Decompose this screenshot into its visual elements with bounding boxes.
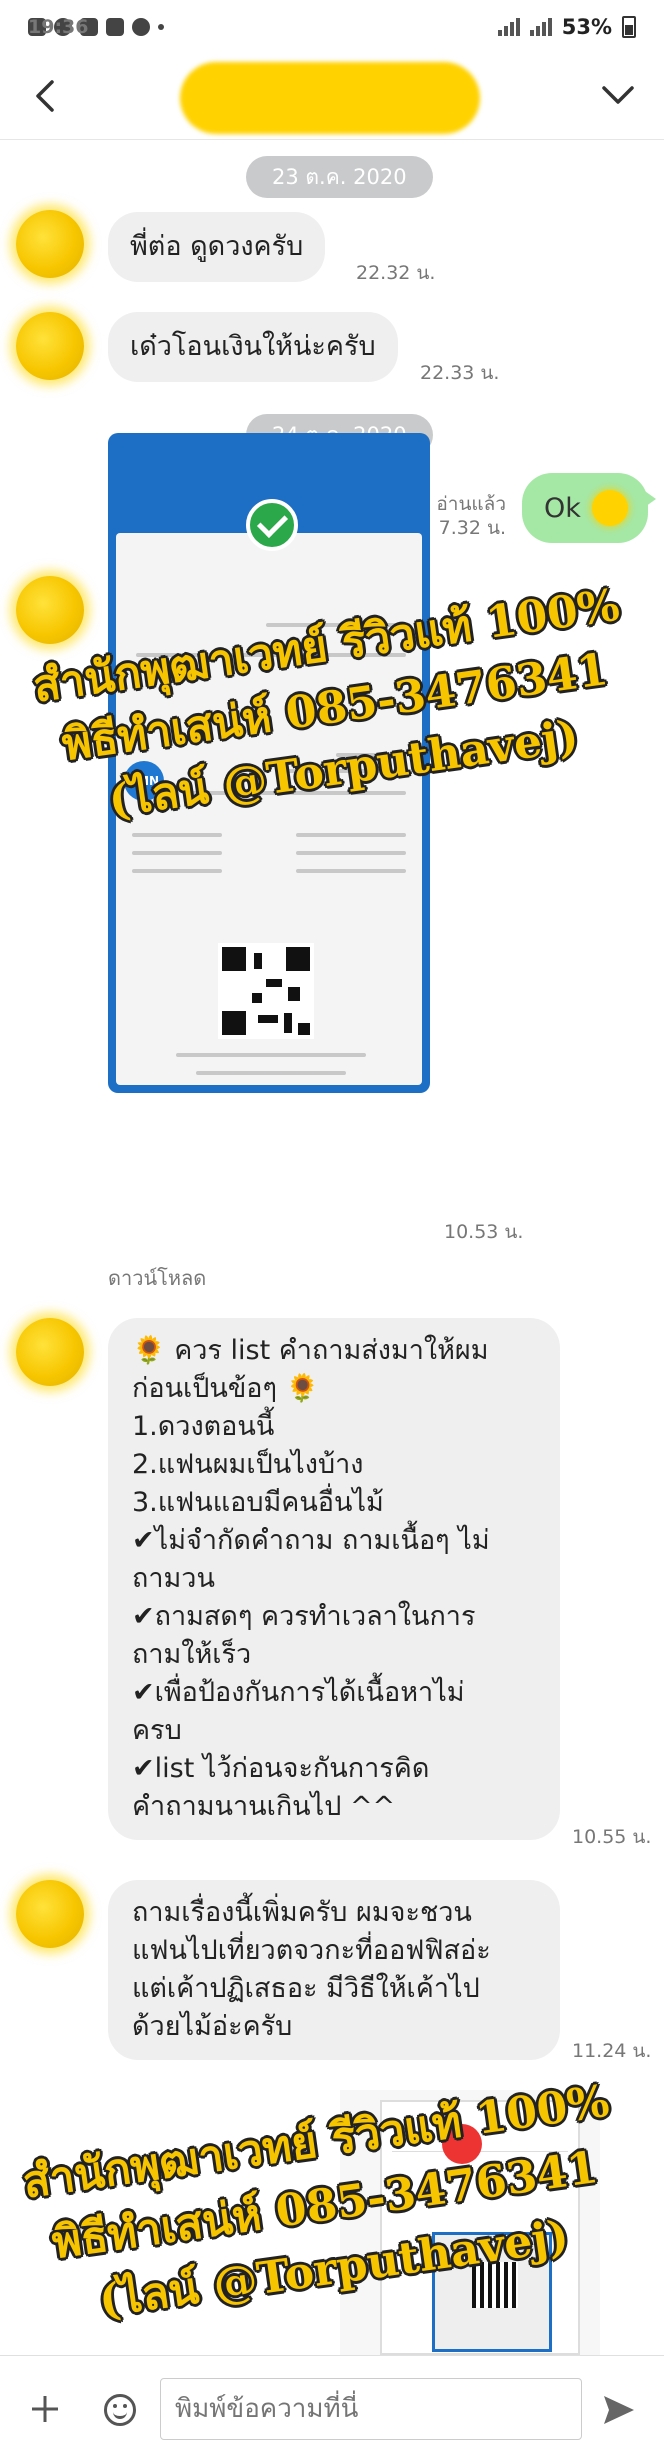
more-notifications-icon xyxy=(158,24,164,30)
message-line: ถามวน xyxy=(132,1563,215,1594)
signal-icon xyxy=(497,18,520,36)
status-bar: 19:36 53% xyxy=(0,0,664,54)
message-time: 11.24 น. xyxy=(572,2040,652,2062)
my-message-bubble[interactable]: Ok xyxy=(522,473,656,543)
message-line: 2.แฟนผมเป็นไงบ้าง xyxy=(132,1449,364,1480)
avatar[interactable] xyxy=(16,1318,84,1386)
avatar[interactable] xyxy=(16,312,84,380)
avatar[interactable] xyxy=(16,1880,84,1948)
app-l-icon xyxy=(106,18,124,36)
message-line: แต่เค้าปฏิเสธอะ มีวิธีให้เค้าไป xyxy=(132,1973,480,2004)
message-input[interactable] xyxy=(160,2378,582,2440)
message-line: 🌻 ควร list คำถามส่งมาให้ผม xyxy=(132,1335,489,1366)
message-line: ถามให้เร็ว xyxy=(132,1639,252,1670)
emoji-icon[interactable] xyxy=(104,2394,136,2426)
message-text: Ok xyxy=(544,492,581,524)
message-line: ถามเรื่องนี้เพิ่มครับ ผมจะชวน xyxy=(132,1897,472,1928)
message-bubble[interactable]: ถามเรื่องนี้เพิ่มครับ ผมจะชวน แฟนไปเที่ย… xyxy=(108,1880,560,2060)
avatar[interactable] xyxy=(16,210,84,278)
success-check-icon xyxy=(246,499,298,551)
message-time: 7.32 น. xyxy=(438,517,506,539)
message-bubble[interactable]: 🌻 ควร list คำถามส่งมาให้ผม ก่อนเป็นข้อๆ … xyxy=(108,1318,560,1840)
qr-code-icon xyxy=(218,943,314,1039)
message-bubble[interactable]: พี่ต่อ ดูดวงครับ xyxy=(108,212,326,282)
chevron-left-icon[interactable] xyxy=(28,76,64,116)
message-line: 1.ดวงตอนนี้ xyxy=(132,1411,275,1442)
avatar[interactable] xyxy=(16,576,84,644)
message-line: แฟนไปเที่ยวตจวกะที่ออฟฟิสอ่ะ xyxy=(132,1935,491,1966)
status-time: 19:36 xyxy=(28,16,89,38)
chevron-down-icon[interactable] xyxy=(598,78,638,114)
message-time: 22.33 น. xyxy=(420,362,500,384)
chat-header xyxy=(0,54,664,140)
read-status: อ่านแล้ว xyxy=(436,493,506,515)
message-line: ✔list ไว้ก่อนจะกันการคิด xyxy=(132,1753,430,1784)
message-line: ✔ไม่จำกัดคำถาม ถามเนื้อๆ ไม่ xyxy=(132,1525,490,1556)
date-separator: 23 ต.ค. 2020 xyxy=(246,156,433,198)
battery-icon xyxy=(622,16,636,38)
message-line: ✔ถามสดๆ ควรทำเวลาในการ xyxy=(132,1601,476,1632)
message-input-bar xyxy=(0,2355,664,2463)
message-time: 10.55 น. xyxy=(572,1826,652,1848)
message-line: คำถามนานเกินไป ^^ xyxy=(132,1791,396,1822)
message-line: 3.แฟนแอบมีคนอื่นไม้ xyxy=(132,1487,384,1518)
message-line: ก่อนเป็นข้อๆ 🌻 xyxy=(132,1373,320,1404)
tiktok-icon xyxy=(132,18,150,36)
emoji-sticker-icon xyxy=(592,490,628,526)
message-line: ด้วยไม้อ่ะครับ xyxy=(132,2011,293,2042)
system-icons: 53% xyxy=(497,15,636,39)
message-time: 10.53 น. xyxy=(444,1221,524,1243)
message-line: ✔เพื่อป้องกันการได้เนื้อหาไม่ xyxy=(132,1677,465,1708)
message-line: ครบ xyxy=(132,1715,182,1746)
send-icon[interactable] xyxy=(600,2392,636,2428)
message-time: 22.32 น. xyxy=(356,262,436,284)
download-link[interactable]: ดาวน์โหลด xyxy=(108,1262,206,1294)
plus-icon[interactable] xyxy=(30,2394,60,2424)
battery-percent: 53% xyxy=(561,15,612,39)
read-receipt: อ่านแล้ว 7.32 น. xyxy=(420,492,506,540)
contact-name-redacted xyxy=(180,62,480,134)
signal-2-icon xyxy=(529,18,552,36)
bubble-tail xyxy=(642,489,656,509)
message-bubble[interactable]: เด๋วโอนเงินให้น่ะครับ xyxy=(108,312,398,382)
